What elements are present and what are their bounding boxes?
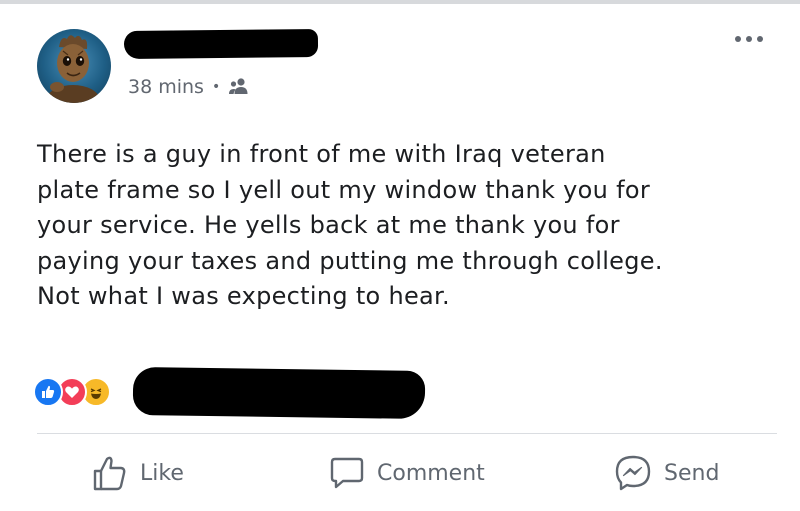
like-label: Like (140, 460, 184, 486)
more-dot (757, 36, 763, 42)
more-options-icon[interactable] (735, 36, 767, 46)
actions-divider (37, 433, 777, 434)
like-button[interactable]: Like (92, 448, 184, 498)
messenger-icon (615, 455, 651, 491)
send-label: Send (664, 460, 720, 486)
action-bar: Like Comment Send (0, 448, 800, 498)
comment-icon (330, 457, 364, 489)
top-border (0, 0, 800, 4)
groot-avatar-image (47, 35, 99, 103)
send-button[interactable]: Send (614, 448, 719, 498)
reaction-summary[interactable] (33, 376, 111, 408)
comment-button[interactable]: Comment (329, 448, 485, 498)
avatar[interactable] (37, 29, 111, 103)
timestamp[interactable]: 38 mins (128, 76, 204, 98)
redacted-author-name (123, 28, 319, 60)
more-dot (746, 36, 752, 42)
redacted-reaction-names (132, 366, 426, 420)
like-reaction-icon (33, 377, 63, 407)
friends-icon[interactable] (228, 77, 250, 97)
comment-label: Comment (377, 460, 485, 486)
more-dot (735, 36, 741, 42)
meta-separator: • (211, 79, 221, 95)
post-meta: 38 mins • (128, 76, 250, 98)
thumbs-up-icon (93, 456, 126, 491)
post-text: There is a guy in front of me with Iraq … (37, 140, 663, 310)
